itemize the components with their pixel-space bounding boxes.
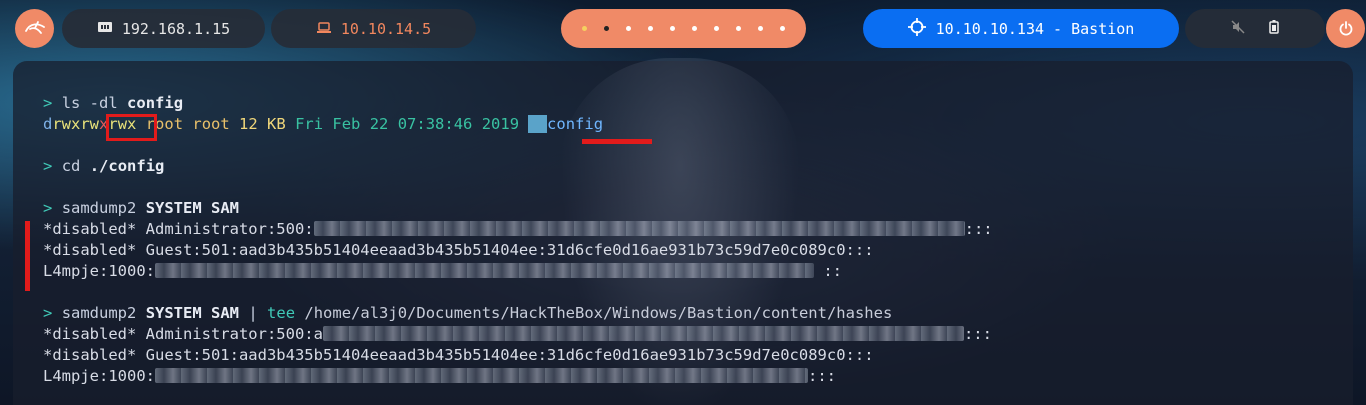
power-icon[interactable] <box>1326 9 1365 48</box>
workspace-dot-2[interactable] <box>604 26 609 31</box>
workspace-dot-1[interactable] <box>582 26 587 31</box>
battery-icon[interactable] <box>1269 19 1279 38</box>
dump1-guest-line: *disabled* Guest:501:aad3b435b51404eeaad… <box>43 241 874 259</box>
target-widget[interactable]: 10.10.10.134 - Bastion <box>863 9 1179 48</box>
workspace-switcher[interactable] <box>561 9 806 48</box>
redacted-hash <box>322 326 964 341</box>
crosshair-icon <box>907 17 926 40</box>
workspace-dot-8[interactable] <box>736 26 741 31</box>
folder-icon <box>528 115 548 133</box>
vpn-ip-widget[interactable]: 10.10.14.5 <box>271 9 476 48</box>
vpn-ip-label: 10.10.14.5 <box>340 19 432 38</box>
config-underline <box>582 139 652 144</box>
network-card-icon <box>97 20 113 38</box>
kali-logo-icon[interactable] <box>15 9 54 48</box>
redacted-hash <box>154 368 808 383</box>
dump1-admin-line: *disabled* Administrator:500:::: <box>43 220 993 238</box>
dump-side-marker <box>25 221 30 291</box>
dump2-admin-line: *disabled* Administrator:500:a::: <box>43 325 992 343</box>
terminal-line-cmd3: > samdump2 SYSTEM SAM <box>43 199 240 217</box>
permission-highlight-box <box>106 114 157 141</box>
system-tray[interactable] <box>1185 9 1325 48</box>
local-ip-widget[interactable]: 192.168.1.15 <box>62 9 265 48</box>
terminal-line-cmd1: > ls -dl config <box>43 94 184 112</box>
workspace-dot-5[interactable] <box>670 26 675 31</box>
redacted-hash <box>154 263 814 278</box>
workspace-dot-9[interactable] <box>758 26 763 31</box>
workspace-dot-4[interactable] <box>648 26 653 31</box>
workspace-dot-10[interactable] <box>780 26 785 31</box>
laptop-icon <box>316 20 332 38</box>
target-label: 10.10.10.134 - Bastion <box>935 19 1135 38</box>
terminal-line-cmd2: > cd ./config <box>43 157 165 175</box>
workspace-dot-7[interactable] <box>714 26 719 31</box>
mute-icon[interactable] <box>1231 19 1245 38</box>
dump2-guest-line: *disabled* Guest:501:aad3b435b51404eeaad… <box>43 346 874 364</box>
workspace-dot-6[interactable] <box>692 26 697 31</box>
dump1-user-line: L4mpje:1000: :: <box>43 262 842 280</box>
workspace-dot-3[interactable] <box>626 26 631 31</box>
redacted-hash <box>313 221 965 236</box>
local-ip-label: 192.168.1.15 <box>121 19 231 38</box>
dump2-user-line: L4mpje:1000:::: <box>43 367 836 385</box>
terminal-line-cmd4: > samdump2 SYSTEM SAM | tee /home/al3j0/… <box>43 304 893 322</box>
